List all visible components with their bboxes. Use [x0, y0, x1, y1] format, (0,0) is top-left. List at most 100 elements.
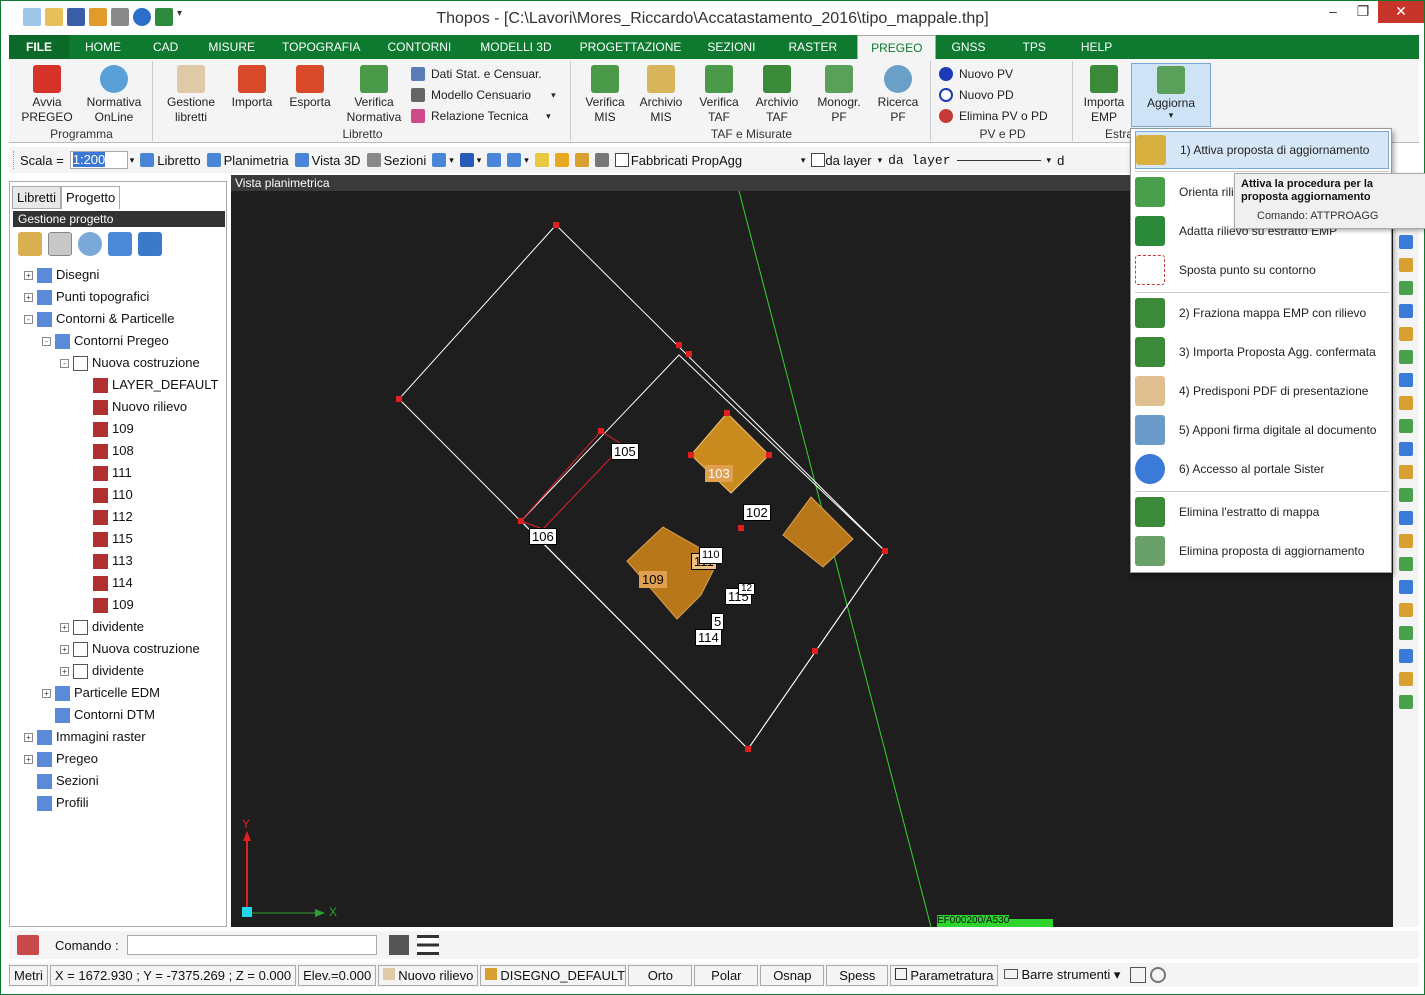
- tab-contorni[interactable]: CONTORNI: [373, 35, 465, 59]
- tab-libretti[interactable]: Libretti: [12, 186, 62, 209]
- tree-item[interactable]: + Punti topografici: [24, 286, 149, 308]
- dati-stat-button[interactable]: Dati Stat. e Censuar.: [411, 67, 542, 81]
- linewidth-label[interactable]: d: [1057, 153, 1064, 168]
- side-tool-icon[interactable]: [1399, 281, 1413, 295]
- tree-item[interactable]: 110: [80, 484, 133, 506]
- tab-home[interactable]: HOME: [69, 35, 137, 59]
- tree-item[interactable]: Nuovo rilievo: [80, 396, 187, 418]
- side-tool-icon[interactable]: [1399, 649, 1413, 663]
- menu-attiva-proposta[interactable]: 1) Attiva proposta di aggiornamento: [1135, 131, 1389, 169]
- close-button[interactable]: ✕: [1378, 1, 1424, 23]
- avvia-pregeo-button[interactable]: Avvia PREGEO: [15, 65, 79, 125]
- vista-3d-button[interactable]: Vista 3D: [294, 153, 361, 168]
- tree-expander-icon[interactable]: +: [24, 270, 33, 280]
- tree-item[interactable]: + Pregeo: [24, 748, 98, 770]
- relazione-tecnica-button[interactable]: Relazione Tecnica ▾: [411, 109, 551, 123]
- tab-help[interactable]: HELP: [1068, 35, 1125, 59]
- verifica-taf-button[interactable]: Verifica TAF: [691, 65, 747, 125]
- nuovo-pv-button[interactable]: Nuovo PV: [939, 67, 1013, 81]
- elimina-pv-pd-button[interactable]: Elimina PV o PD: [939, 109, 1048, 123]
- ricerca-pf-button[interactable]: Ricerca PF: [869, 65, 927, 125]
- lock-toggle-button[interactable]: [574, 153, 589, 167]
- archivio-mis-button[interactable]: Archivio MIS: [633, 65, 689, 125]
- tree-item[interactable]: 114: [80, 572, 133, 594]
- tree-item[interactable]: 113: [80, 550, 133, 572]
- side-tool-icon[interactable]: [1399, 327, 1413, 341]
- tool-refresh-icon[interactable]: [108, 232, 132, 256]
- tree-item[interactable]: Contorni DTM: [42, 704, 155, 726]
- nuovo-pd-button[interactable]: Nuovo PD: [939, 88, 1014, 102]
- verifica-normativa-button[interactable]: Verifica Normativa: [341, 65, 407, 125]
- menu-portale-sister[interactable]: 6) Accesso al portale Sister: [1135, 450, 1389, 488]
- side-tool-icon[interactable]: [1399, 695, 1413, 709]
- side-tool-icon[interactable]: [1399, 511, 1413, 525]
- importa-emp-button[interactable]: Importa EMP: [1079, 65, 1129, 125]
- list-icon[interactable]: [416, 935, 439, 955]
- verifica-mis-button[interactable]: Verifica MIS: [577, 65, 633, 125]
- tree-item[interactable]: LAYER_DEFAULT: [80, 374, 218, 396]
- tree-expander-icon[interactable]: +: [24, 754, 33, 764]
- aggiorna-button[interactable]: Aggiorna ▾: [1131, 63, 1211, 127]
- tab-progettazione[interactable]: PROGETTAZIONE: [567, 35, 695, 59]
- tree-expander-icon[interactable]: +: [24, 292, 33, 302]
- tree-expander-icon[interactable]: +: [60, 666, 69, 676]
- tree-expander-icon[interactable]: +: [42, 688, 51, 698]
- tree-expander-icon[interactable]: -: [24, 314, 33, 324]
- tab-misure[interactable]: MISURE: [194, 35, 269, 59]
- tree-item[interactable]: + Immagini raster: [24, 726, 146, 748]
- command-input[interactable]: [126, 935, 377, 955]
- side-tool-icon[interactable]: [1399, 304, 1413, 318]
- side-tool-icon[interactable]: [1399, 626, 1413, 640]
- sezioni-view-button[interactable]: Sezioni: [366, 153, 426, 168]
- side-tool-icon[interactable]: [1399, 373, 1413, 387]
- side-tool-icon[interactable]: [1399, 557, 1413, 571]
- planimetria-view-button[interactable]: Planimetria: [206, 153, 289, 168]
- tab-cad[interactable]: CAD: [137, 35, 194, 59]
- tree-item[interactable]: 109: [80, 594, 134, 616]
- menu-sposta-punto[interactable]: Sposta punto su contorno: [1135, 251, 1389, 289]
- tree-item[interactable]: 115: [80, 528, 133, 550]
- tree-expander-icon[interactable]: +: [60, 622, 69, 632]
- status-polar-toggle[interactable]: Polar: [694, 964, 759, 986]
- tool-pointer-icon[interactable]: [48, 232, 72, 256]
- status-parametratura[interactable]: Parametratura: [890, 964, 999, 986]
- side-tool-icon[interactable]: [1399, 258, 1413, 272]
- status-osnap-toggle[interactable]: Osnap: [760, 964, 825, 986]
- tree-expander-icon[interactable]: -: [42, 336, 51, 346]
- color-label[interactable]: da layer: [825, 153, 871, 168]
- status-barre-strumenti[interactable]: Barre strumenti ▾: [1000, 964, 1125, 986]
- menu-importa-proposta[interactable]: 3) Importa Proposta Agg. confermata: [1135, 333, 1389, 371]
- status-rilievo[interactable]: Nuovo rilievo: [378, 964, 479, 986]
- esporta-button[interactable]: Esporta: [281, 65, 339, 110]
- tool-sync-icon[interactable]: [138, 232, 162, 256]
- menu-fraziona-mappa[interactable]: 2) Fraziona mappa EMP con rilievo: [1135, 294, 1389, 332]
- tool-zoom-icon[interactable]: [78, 232, 102, 256]
- freeze-toggle-button[interactable]: [554, 153, 569, 167]
- tree-item[interactable]: 108: [80, 440, 134, 462]
- tab-raster[interactable]: RASTER: [768, 35, 857, 59]
- side-tool-icon[interactable]: [1399, 419, 1413, 433]
- calculator-icon[interactable]: [388, 935, 409, 955]
- tree-item[interactable]: Profili: [24, 792, 89, 814]
- tree-item[interactable]: + dividente: [60, 616, 144, 638]
- tree-item[interactable]: + Disegni: [24, 264, 99, 286]
- minimize-button[interactable]: –: [1318, 1, 1348, 23]
- libretto-view-button[interactable]: Libretto: [140, 153, 201, 168]
- side-tool-icon[interactable]: [1399, 396, 1413, 410]
- importa-button[interactable]: Importa: [223, 65, 281, 110]
- tab-topografia[interactable]: TOPOGRAFIA: [269, 35, 373, 59]
- side-tool-icon[interactable]: [1399, 603, 1413, 617]
- status-spess-toggle[interactable]: Spess: [826, 964, 889, 986]
- tab-pregeo[interactable]: PREGEO: [857, 35, 937, 59]
- tab-file[interactable]: FILE: [9, 35, 69, 59]
- print-layer-button[interactable]: [594, 153, 609, 167]
- scala-input[interactable]: 1:200: [69, 151, 128, 169]
- color-swatch[interactable]: [811, 153, 826, 167]
- tab-modelli-3d[interactable]: MODELLI 3D: [465, 35, 566, 59]
- tree-item[interactable]: + dividente: [60, 660, 144, 682]
- side-tool-icon[interactable]: [1399, 442, 1413, 456]
- tree-item[interactable]: - Contorni Pregeo: [42, 330, 169, 352]
- settings-gear-icon[interactable]: [1150, 967, 1167, 983]
- menu-firma-digitale[interactable]: 5) Apponi firma digitale al documento: [1135, 411, 1389, 449]
- linetype-dropdown-icon[interactable]: ▾: [1047, 155, 1052, 166]
